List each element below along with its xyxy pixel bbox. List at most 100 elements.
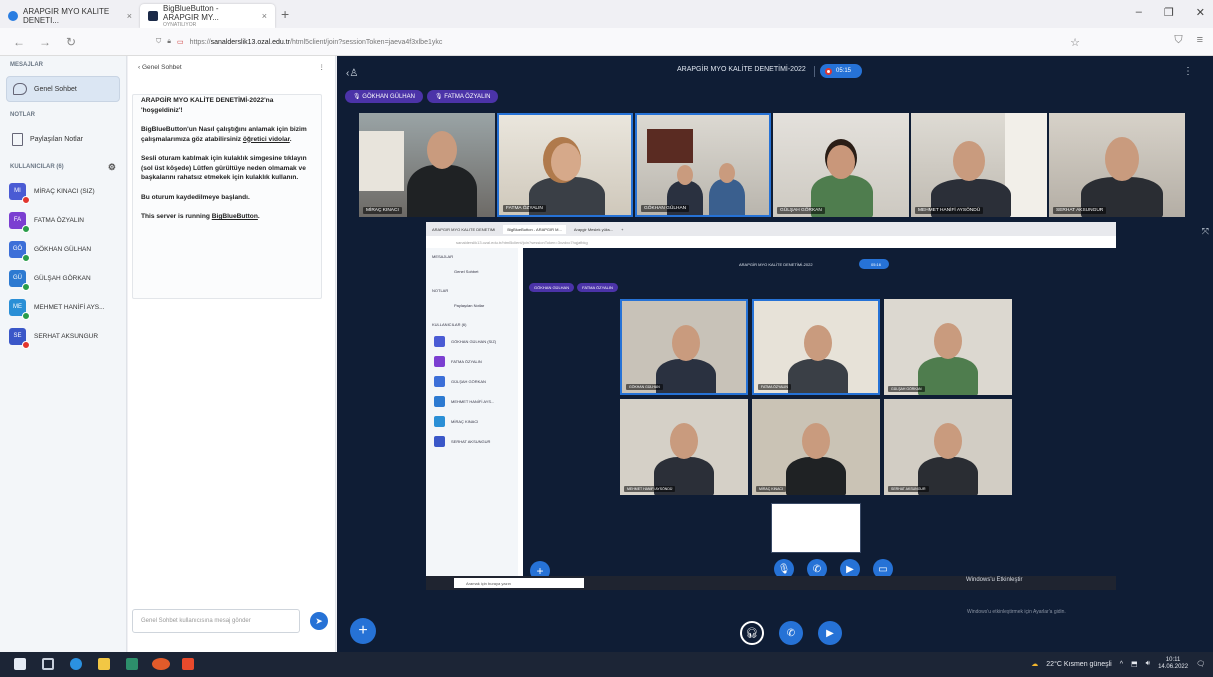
gear-icon[interactable]: ⚙ (108, 162, 116, 173)
camera-button[interactable]: ▶ (818, 621, 842, 645)
user-list-item[interactable]: Fa FATMA ÖZYALIN (9, 208, 126, 233)
close-tab-icon[interactable]: × (127, 11, 132, 21)
inner-new-tab-icon: + (621, 226, 624, 232)
maximize-icon[interactable]: ❐ (1164, 6, 1174, 19)
user-list-item[interactable]: Gü GÜLŞAH GÖRKAN (9, 266, 126, 291)
clock[interactable]: 10:11 14.06.2022 (1158, 657, 1188, 671)
browser-tab-bbb[interactable]: BigBlueButton - ARAPGIR MY... OYNATILIYO… (140, 4, 275, 28)
video-tile[interactable]: GÖKHAN GÜLHAN (635, 113, 771, 217)
toggle-userlist-icon[interactable]: ‹♙ (346, 68, 358, 79)
send-arrow-icon: ➤ (315, 615, 323, 626)
bookmark-star-icon[interactable]: ☆ (1070, 36, 1080, 49)
task-view-icon[interactable] (42, 658, 54, 670)
inner-stage: ARAPGİR MYO KALİTE DENETİMİ-2022 05:16 G… (523, 248, 1116, 581)
person-head (719, 163, 735, 183)
store-icon[interactable] (126, 658, 138, 670)
user-list-item[interactable]: Me MEHMET HANİFİ AYS... (9, 295, 126, 320)
reload-icon[interactable]: ↻ (64, 35, 78, 49)
weather-text[interactable]: 22°C Kısmen güneşli (1046, 661, 1111, 668)
inner-avatar (434, 435, 445, 447)
inner-user-item: MİRAÇ KINACI (426, 411, 518, 431)
person-head (551, 143, 581, 181)
video-tile[interactable]: MEHMET HANİFİ AYSÖNDÜ (911, 113, 1047, 217)
person-head (670, 423, 698, 459)
bbb-sidebar: MESAJLAR Genel Sohbet NOTLAR Paylaşılan … (0, 56, 127, 652)
video-tile[interactable]: FATMA ÖZYALIN (497, 113, 633, 217)
volume-icon[interactable]: 🔊︎ (1146, 660, 1150, 668)
video-tile[interactable]: GÜLŞAH GÖRKAN (773, 113, 909, 217)
bbb-link[interactable]: BigBlueButton (212, 213, 258, 220)
firefox-icon[interactable] (152, 658, 170, 670)
inner-user-name: GÖKHAN GÜLHAN (Siz) (451, 338, 497, 344)
audio-toggle-button[interactable]: 🎧︎ (740, 621, 764, 645)
browser-tab-meeting[interactable]: ARAPGIR MYO KALITE DENETI... × (0, 4, 140, 28)
fullscreen-icon[interactable]: ⤧ (1202, 226, 1209, 237)
app-icon[interactable] (182, 658, 194, 670)
notification-icon[interactable]: 🗨︎ (1196, 660, 1205, 668)
person-head (802, 423, 830, 459)
clock-time: 10:11 (1165, 657, 1181, 663)
send-button[interactable]: ➤ (310, 612, 328, 630)
pocket-icon[interactable]: ⛉ (1174, 34, 1182, 47)
inner-talker: GÖKHAN GÜLHAN (529, 283, 575, 292)
shared-notes-item[interactable]: Paylaşılan Notlar (6, 126, 120, 152)
camera-permission-icon[interactable]: ▭ (177, 38, 184, 46)
actions-plus-button[interactable]: + (350, 618, 376, 644)
person-body (656, 359, 716, 393)
back-arrow-icon[interactable]: ← (12, 35, 26, 49)
user-list-item[interactable]: Se SERHAT AKSUNGUR (9, 324, 126, 349)
headphones-icon: 🎧︎ (745, 627, 759, 639)
site-favicon-icon (8, 11, 18, 21)
user-status-icon (22, 311, 30, 320)
public-chat-item[interactable]: Genel Sohbet (6, 76, 120, 102)
phone-icon: ✆ (786, 627, 796, 639)
user-status-icon (22, 282, 30, 291)
inner-user-name: MİRAÇ KINACI (451, 418, 479, 424)
chat-options-icon[interactable]: ⋮ (319, 63, 326, 71)
inner-talkers: GÖKHAN GÜLHAN FATMA ÖZYALIN (529, 283, 618, 292)
menu-icon[interactable]: ≡ (1197, 34, 1203, 47)
tab-title-wrap: BigBlueButton - ARAPGIR MY... OYNATILIYO… (163, 4, 253, 28)
close-tab-icon[interactable]: × (262, 11, 267, 21)
inner-addressbar: sanalderslik13.ozal.edu.tr/html5client/j… (426, 236, 1116, 248)
inner-public-chat: Genel Sohbet (454, 269, 479, 274)
minimize-icon[interactable]: – (1136, 6, 1142, 19)
tray-arrow-icon[interactable]: ^ (1120, 661, 1123, 668)
inner-user-list: GÖKHAN GÜLHAN (Siz) FATMA ÖZYALIN GÜLŞAH G… (426, 327, 518, 451)
explorer-icon[interactable] (98, 658, 110, 670)
inner-user-name: FATMA ÖZYALIN (451, 358, 482, 364)
video-tile[interactable]: SERHAT AKSUNGUR (1049, 113, 1185, 217)
recording-indicator[interactable]: 05:15 (820, 64, 862, 78)
windows-start-icon[interactable] (14, 658, 26, 670)
windows-taskbar: ☁ 22°C Kısmen güneşli ^ ⬒ 🔊︎ 10:11 14.06… (0, 652, 1213, 677)
avatar-initials: Me (13, 304, 22, 310)
edge-icon[interactable] (70, 658, 82, 670)
tile-name: GÜLŞAH GÖRKAN (888, 386, 925, 392)
address-bar[interactable]: ⛉ 🔒︎ ▭ https://sanalderslik13.ozal.edu.t… (150, 32, 1090, 52)
user-name: SERHAT AKSUNGUR (34, 332, 99, 340)
user-list-item[interactable]: Gö GÖKHAN GÜLHAN (9, 237, 126, 262)
camera-icon: ▶ (826, 627, 834, 639)
user-list: Mi MİRAÇ KINACI (Siz) Fa FATMA ÖZYALIN Gö GÖK… (0, 179, 126, 349)
url-text: https://sanalderslik13.ozal.edu.tr/html5… (190, 39, 443, 46)
chat-back-link[interactable]: ‹ Genel Sohbet (138, 64, 182, 71)
new-tab-button[interactable]: + (281, 6, 289, 22)
user-list-item[interactable]: Mi MİRAÇ KINACI (Siz) (9, 179, 126, 204)
person-body (786, 457, 846, 495)
inner-rec-time: 05:16 (871, 262, 882, 267)
user-name: MEHMET HANİFİ AYS... (34, 303, 105, 311)
inner-avatar (434, 375, 445, 387)
close-window-icon[interactable]: ✕ (1196, 6, 1205, 19)
shelf (359, 131, 404, 191)
activate-windows-title: Windows'u Etkinleştir (966, 577, 1023, 583)
inner-avatar (434, 415, 445, 427)
chat-message-input[interactable]: Genel Sohbet kullanıcısına mesaj gönder (132, 609, 300, 633)
network-icon[interactable]: ⬒ (1131, 660, 1138, 668)
screenshare-view[interactable]: ARAPGIR MYO KALITE DENETIMI BigBlueButto… (426, 222, 1116, 590)
video-tile[interactable]: MİRAÇ KINACI (359, 113, 495, 217)
options-menu-icon[interactable]: ⋮ (1183, 66, 1193, 77)
forward-arrow-icon[interactable]: → (38, 35, 52, 49)
talking-indicators: 🎙︎ GÖKHAN GÜLHAN 🎙︎ FATMA ÖZYALIN (345, 90, 499, 103)
leave-audio-button[interactable]: ✆ (779, 621, 803, 645)
tutorial-link[interactable]: öğretici vidolar (243, 136, 290, 143)
